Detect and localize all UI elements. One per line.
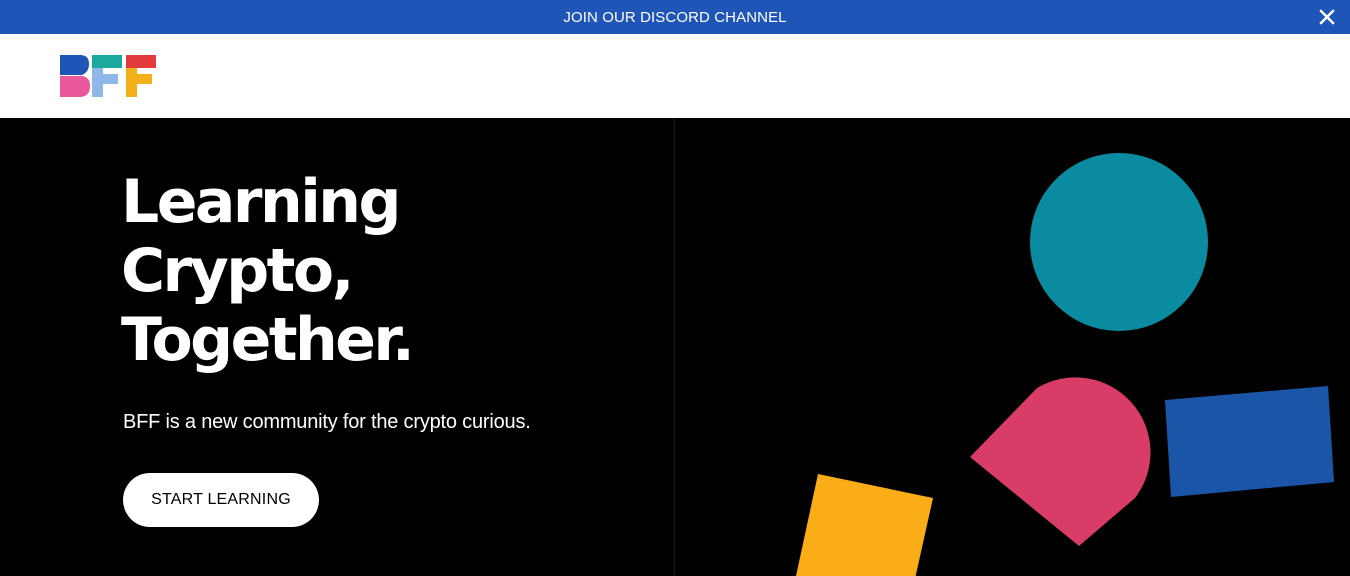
bff-logo-icon: [60, 55, 156, 97]
start-learning-button[interactable]: START LEARNING: [123, 473, 319, 527]
bff-logo[interactable]: [60, 55, 156, 97]
discord-banner-link[interactable]: JOIN OUR DISCORD CHANNEL: [563, 9, 786, 26]
pink-arch-shape: [970, 377, 1151, 546]
banner-close-button[interactable]: [1318, 8, 1336, 26]
hero-section: Learning Crypto, Together. BFF is a new …: [0, 118, 1350, 576]
announcement-banner: JOIN OUR DISCORD CHANNEL: [0, 0, 1350, 34]
hero-subtitle: BFF is a new community for the crypto cu…: [123, 411, 531, 433]
hero-headline: Learning Crypto, Together.: [121, 168, 641, 375]
close-icon: [1319, 9, 1335, 25]
headline-line-3: Together.: [121, 305, 415, 375]
headline-line-2: Crypto,: [121, 236, 354, 306]
blue-rectangle-shape: [1165, 386, 1334, 497]
teal-circle-shape: [1030, 153, 1208, 331]
yellow-square-shape: [796, 474, 933, 576]
site-header: [0, 34, 1350, 118]
headline-line-1: Learning: [121, 167, 401, 237]
decorative-shapes: [796, 153, 1334, 576]
